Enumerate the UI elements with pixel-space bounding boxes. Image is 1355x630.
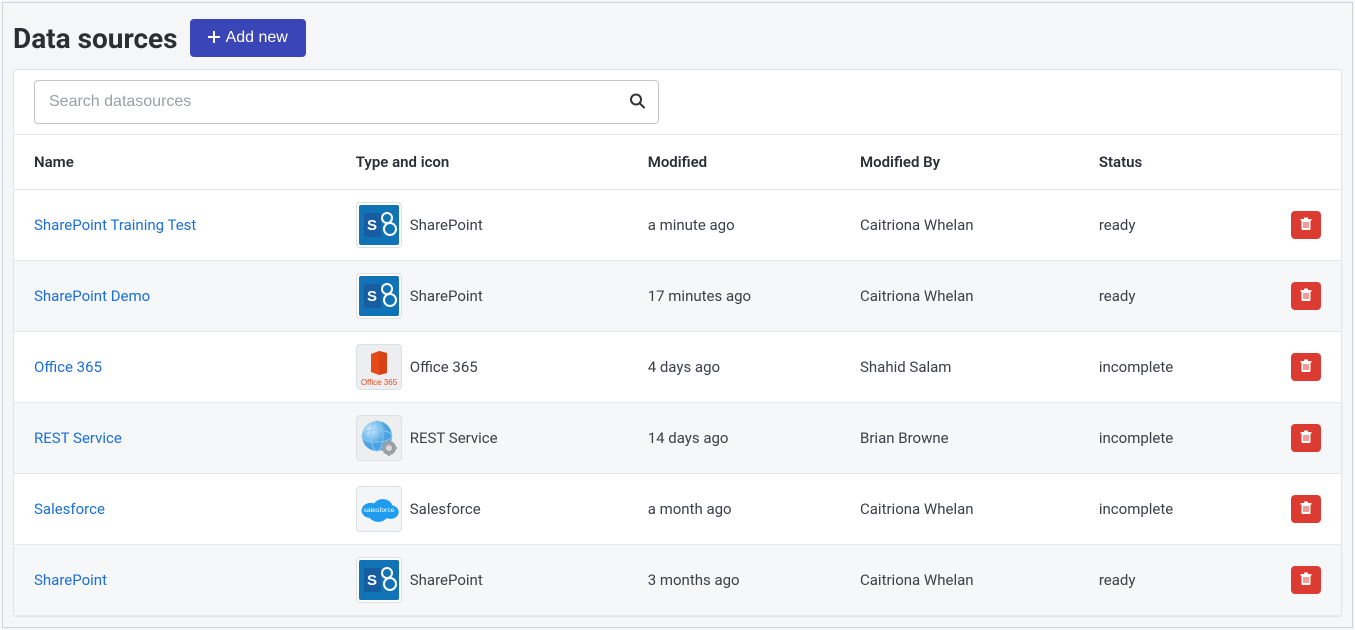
modified-by-value: Caitriona Whelan — [850, 261, 1089, 332]
datasource-name-link[interactable]: Office 365 — [34, 358, 102, 376]
plus-icon — [208, 30, 220, 46]
datasource-name-link[interactable]: SharePoint — [34, 571, 107, 589]
table-row: REST Service REST Service 14 days agoBrian… — [14, 403, 1341, 474]
datasources-table: Name Type and icon Modified Modified By … — [14, 134, 1341, 616]
search-icon — [629, 93, 645, 109]
status-value: ready — [1089, 190, 1248, 261]
col-header-modified-by[interactable]: Modified By — [850, 135, 1089, 190]
type-label: REST Service — [410, 429, 498, 447]
search-input[interactable] — [34, 80, 659, 124]
col-header-name[interactable]: Name — [14, 135, 346, 190]
add-new-label: Add new — [226, 29, 288, 47]
trash-icon — [1299, 217, 1313, 234]
status-value: incomplete — [1089, 403, 1248, 474]
modified-value: 3 months ago — [638, 545, 850, 616]
col-header-status[interactable]: Status — [1089, 135, 1248, 190]
svg-text:S: S — [367, 288, 377, 305]
datasource-name-link[interactable]: SharePoint Demo — [34, 287, 150, 305]
page-title: Data sources — [13, 22, 178, 55]
table-row: Salesforce salesforce Salesforce a month ag… — [14, 474, 1341, 545]
status-value: ready — [1089, 545, 1248, 616]
datasource-name-link[interactable]: REST Service — [34, 429, 122, 447]
type-label: Office 365 — [410, 358, 478, 376]
trash-icon — [1299, 359, 1313, 376]
svg-text:S: S — [367, 217, 377, 234]
table-row: SharePoint Demo S SharePoint 17 minutes ago… — [14, 261, 1341, 332]
modified-value: 4 days ago — [638, 332, 850, 403]
status-value: incomplete — [1089, 332, 1248, 403]
trash-icon — [1299, 572, 1313, 589]
svg-text:S: S — [367, 572, 377, 589]
table-row: Office 365 Office 365 Office 365 4 days ago… — [14, 332, 1341, 403]
table-row: SharePoint Training Test S SharePoint a min… — [14, 190, 1341, 261]
col-header-actions — [1248, 135, 1341, 190]
delete-button[interactable] — [1291, 353, 1321, 381]
salesforce-icon: salesforce — [356, 486, 402, 532]
delete-button[interactable] — [1291, 211, 1321, 239]
delete-button[interactable] — [1291, 282, 1321, 310]
sharepoint-icon: S — [356, 202, 402, 248]
col-header-modified[interactable]: Modified — [638, 135, 850, 190]
datasources-panel: Name Type and icon Modified Modified By … — [13, 69, 1342, 617]
add-new-button[interactable]: Add new — [190, 19, 306, 57]
modified-value: a minute ago — [638, 190, 850, 261]
office365-icon: Office 365 — [356, 344, 402, 390]
sharepoint-icon: S — [356, 557, 402, 603]
modified-value: 14 days ago — [638, 403, 850, 474]
page-header: Data sources Add new — [3, 3, 1352, 69]
modified-by-value: Caitriona Whelan — [850, 474, 1089, 545]
delete-button[interactable] — [1291, 495, 1321, 523]
delete-button[interactable] — [1291, 424, 1321, 452]
type-label: SharePoint — [410, 571, 483, 589]
rest-icon — [356, 415, 402, 461]
modified-by-value: Shahid Salam — [850, 332, 1089, 403]
type-label: SharePoint — [410, 287, 483, 305]
modified-by-value: Caitriona Whelan — [850, 545, 1089, 616]
trash-icon — [1299, 501, 1313, 518]
svg-text:salesforce: salesforce — [363, 507, 394, 514]
modified-value: 17 minutes ago — [638, 261, 850, 332]
trash-icon — [1299, 288, 1313, 305]
col-header-type[interactable]: Type and icon — [346, 135, 638, 190]
search-button[interactable] — [625, 89, 649, 116]
datasource-name-link[interactable]: Salesforce — [34, 500, 105, 518]
modified-by-value: Brian Browne — [850, 403, 1089, 474]
status-value: ready — [1089, 261, 1248, 332]
trash-icon — [1299, 430, 1313, 447]
sharepoint-icon: S — [356, 273, 402, 319]
datasource-name-link[interactable]: SharePoint Training Test — [34, 216, 196, 234]
delete-button[interactable] — [1291, 566, 1321, 594]
type-label: SharePoint — [410, 216, 483, 234]
modified-value: a month ago — [638, 474, 850, 545]
modified-by-value: Caitriona Whelan — [850, 190, 1089, 261]
table-row: SharePoint S SharePoint 3 months agoCaitrio… — [14, 545, 1341, 616]
status-value: incomplete — [1089, 474, 1248, 545]
svg-text:Office 365: Office 365 — [361, 378, 398, 387]
type-label: Salesforce — [410, 500, 481, 518]
